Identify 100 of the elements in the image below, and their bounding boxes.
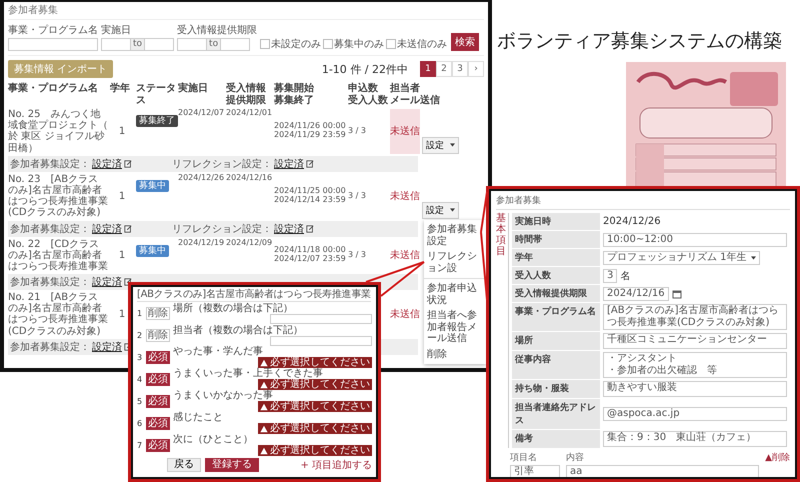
item-badge: 必須: [146, 350, 170, 364]
input-field[interactable]: [ABクラスのみ]名古屋市高齢者はつらつ長寿推進事業(CDクラスのみ対象): [603, 304, 787, 330]
menu-item[interactable]: リフレクション設: [424, 249, 486, 276]
setting-link[interactable]: 設定済: [92, 275, 122, 290]
table-cell: 2024/12/07 23:59: [274, 255, 346, 264]
column-header: メール送信: [390, 94, 440, 106]
question-text: 感じたこと: [173, 412, 224, 423]
field-label: 受入情報提供期限: [512, 285, 600, 302]
checkbox-label: 未送信のみ: [397, 38, 448, 51]
input-field[interactable]: 3: [603, 268, 618, 282]
item-badge: 必須: [146, 416, 170, 430]
table-cell-text: 1: [118, 126, 126, 137]
item-badge: 必須: [146, 372, 170, 386]
field-label: 時間帯: [512, 231, 600, 248]
question-text: 次に（ひとこと）: [173, 434, 254, 445]
status-badge: 募集終了: [136, 115, 178, 128]
field-label: 事業・プログラム名: [512, 303, 600, 331]
filter-label: 事業・プログラム名: [8, 24, 98, 37]
warning-bar: 必ず選択してください: [258, 445, 372, 456]
add-item-link[interactable]: + 項目追加する: [300, 458, 372, 472]
table-cell: 2024/12/16: [226, 172, 272, 182]
page-button[interactable]: 3: [452, 61, 468, 77]
delete-link[interactable]: ▲削除: [765, 451, 790, 464]
search-button[interactable]: 検索: [451, 33, 480, 51]
settings-dropdown[interactable]: 設定: [422, 202, 459, 218]
page-button[interactable]: 1: [420, 61, 436, 77]
menu-item[interactable]: 参加者申込状況: [424, 281, 486, 308]
date-field[interactable]: 2024/12/16: [603, 286, 669, 300]
column-header: 受入情報: [226, 83, 266, 94]
setting-link[interactable]: 設定済: [274, 222, 304, 236]
column-header: 募集終了: [274, 94, 314, 106]
date-field[interactable]: [220, 38, 250, 51]
result-count: 1-10 件 / 22件中: [322, 62, 408, 76]
table-cell: 2024/12/07: [178, 108, 224, 117]
checkbox-label: 未設定のみ: [271, 38, 322, 51]
date-field[interactable]: [101, 38, 131, 51]
text-field[interactable]: [8, 38, 98, 51]
table-cell: 3 / 3: [348, 190, 366, 200]
settings-dropdown[interactable]: 設定: [422, 136, 459, 154]
page-button[interactable]: 2: [436, 61, 452, 77]
edit-icon[interactable]: [124, 278, 132, 286]
warning-icon: [260, 424, 268, 432]
date-field[interactable]: [144, 38, 174, 51]
setting-link[interactable]: 設定済: [92, 222, 122, 236]
field-label: 実施日時: [512, 213, 600, 230]
field-label: 受入人数: [512, 267, 600, 284]
date-field[interactable]: [177, 38, 208, 51]
text-area[interactable]: 集合：9：30 東山荘（カフェ）: [603, 431, 787, 447]
checkbox[interactable]: [323, 39, 334, 49]
text-area[interactable]: 動きやすい服装: [603, 381, 787, 397]
answer-box[interactable]: [270, 336, 372, 346]
text-area[interactable]: aa: [566, 465, 760, 479]
menu-item[interactable]: 削除: [424, 346, 486, 362]
warning-icon: [260, 402, 268, 410]
menu-item[interactable]: 参加者募集設定: [424, 222, 486, 249]
edit-icon[interactable]: [306, 224, 314, 232]
table-cell-text: 未送信: [390, 190, 420, 204]
text-area[interactable]: 千種区コミュニケーションセンター: [603, 333, 787, 349]
checkbox[interactable]: [260, 39, 270, 49]
setting-label: リフレクション設定：: [172, 158, 272, 171]
panel-title: 参加者募集: [496, 194, 790, 210]
checkbox[interactable]: [386, 39, 396, 49]
input-field[interactable]: 引率: [510, 465, 560, 479]
setting-label: 参加者募集設定：: [10, 158, 90, 171]
back-button[interactable]: 戻る: [167, 458, 201, 472]
side-tab[interactable]: 基本項目: [496, 213, 509, 448]
table-cell: 2024/12/01: [226, 108, 272, 117]
setting-link[interactable]: 設定済: [92, 156, 122, 171]
warning-bar: 必ず選択してください: [258, 401, 372, 412]
field-value: 2024/12/26: [603, 216, 661, 227]
setting-link[interactable]: 設定済: [92, 340, 122, 354]
edit-icon[interactable]: [306, 160, 314, 168]
input-field[interactable]: 10:00~12:00: [603, 232, 787, 246]
menu-item[interactable]: 担当者へ参加者報告メール送信: [424, 308, 486, 346]
page-button[interactable]: ›: [468, 61, 484, 77]
answer-box[interactable]: [270, 314, 372, 324]
column-header: 担当者: [390, 83, 420, 94]
input-field[interactable]: @aspoca.ac.jp: [603, 407, 787, 421]
question-text: 場所（複数の場合は下記）: [173, 302, 294, 314]
text-line: ・アシスタント: [607, 353, 678, 364]
unit-label: 名: [620, 270, 630, 282]
filter-label: 受入情報提供期限: [177, 24, 258, 37]
column-header: 事業・プログラム名: [8, 83, 98, 94]
edit-icon[interactable]: [124, 224, 132, 232]
field-label: 従事内容: [512, 351, 600, 379]
text-area[interactable]: ・アシスタント ・参加者の出欠確認 等: [603, 352, 787, 378]
table-cell-text: 1: [118, 250, 126, 261]
text-line: ・参加者の出欠確認 等: [607, 365, 718, 377]
table-cell-text: 2024/11/25 00:00: [274, 187, 346, 196]
edit-icon[interactable]: [124, 160, 132, 168]
warning-icon: [260, 380, 268, 388]
calendar-icon[interactable]: [672, 288, 682, 298]
field-label: 場所: [512, 332, 600, 350]
select-field[interactable]: プロフェッショナリズム 1年生: [603, 250, 760, 264]
item-badge: 削除: [146, 328, 170, 342]
setting-link[interactable]: 設定済: [274, 156, 304, 171]
table-cell-text: 2024/11/18 00:00: [274, 246, 346, 255]
submit-button[interactable]: 登録する: [205, 458, 259, 472]
table-cell-text: 未送信: [390, 308, 420, 322]
range-separator: to: [131, 38, 144, 51]
